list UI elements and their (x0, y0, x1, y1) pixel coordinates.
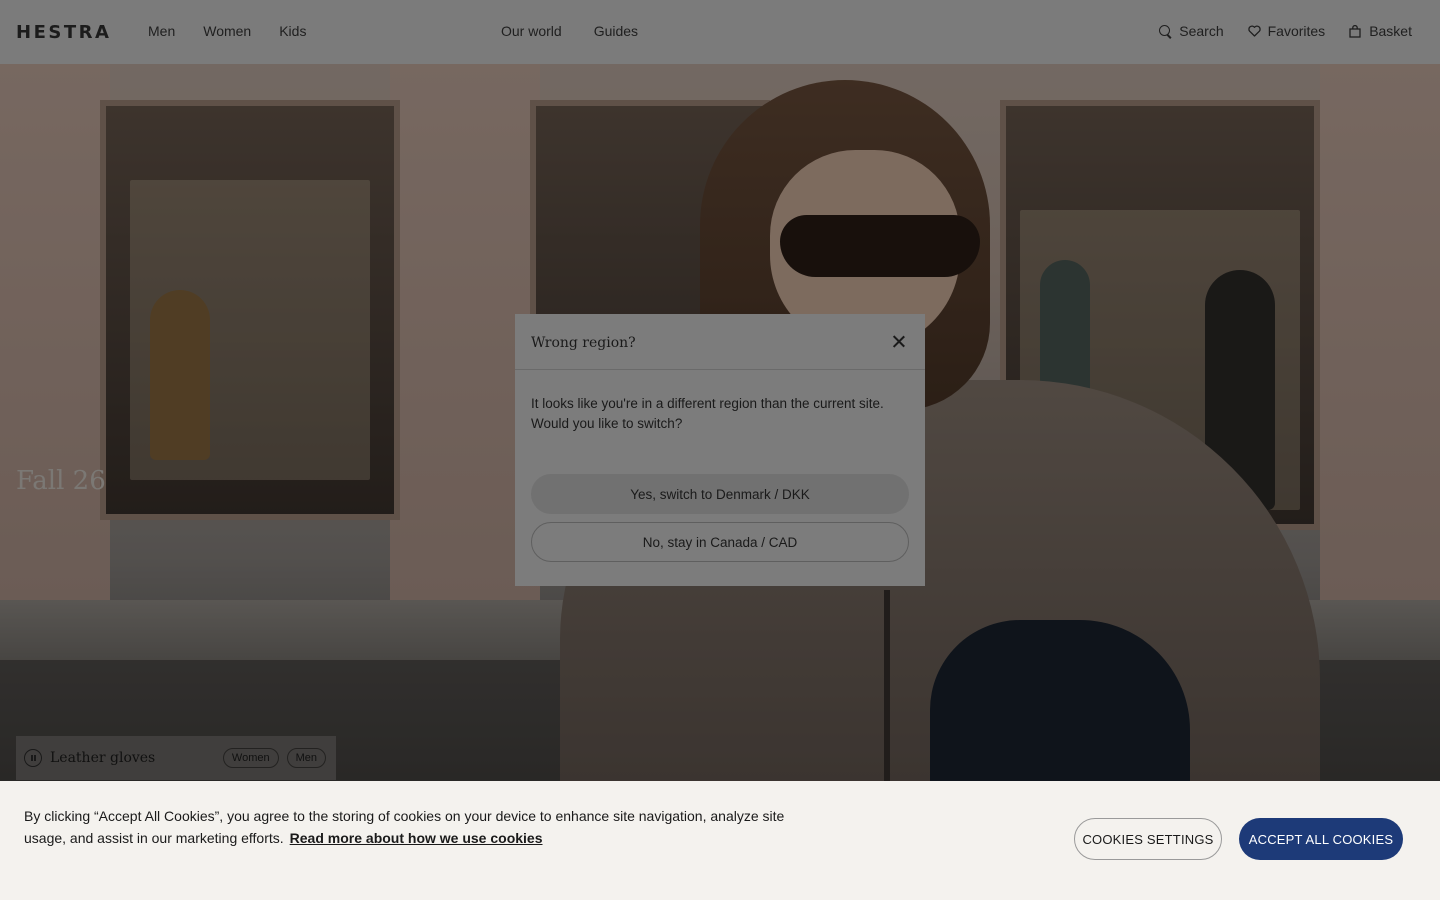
cookie-banner: By clicking “Accept All Cookies”, you ag… (0, 781, 1440, 900)
cookie-policy-link[interactable]: Read more about how we use cookies (290, 830, 543, 846)
favorites-button[interactable]: Favorites (1247, 23, 1326, 39)
logo[interactable]: HESTRA (16, 22, 111, 43)
nav-our-world[interactable]: Our world (501, 23, 562, 39)
close-icon[interactable] (891, 334, 907, 350)
basket-button[interactable]: Basket (1349, 23, 1412, 39)
primary-nav: Men Women Kids (148, 23, 306, 39)
nav-men[interactable]: Men (148, 23, 175, 39)
region-modal: Wrong region? It looks like you're in a … (515, 314, 925, 586)
modal-title: Wrong region? (531, 335, 636, 351)
nav-women[interactable]: Women (203, 23, 251, 39)
search-label: Search (1179, 23, 1224, 39)
favorites-label: Favorites (1267, 23, 1326, 39)
utility-nav: Search Favorites Basket (1159, 23, 1412, 39)
stay-region-button[interactable]: No, stay in Canada / CAD (531, 522, 909, 562)
cookies-settings-button[interactable]: COOKIES SETTINGS (1074, 818, 1222, 860)
modal-message: It looks like you're in a different regi… (531, 396, 884, 431)
modal-header: Wrong region? (515, 314, 925, 370)
site-header: HESTRA Men Women Kids Our world Guides S… (0, 0, 1440, 64)
secondary-nav: Our world Guides (501, 23, 638, 39)
nav-guides[interactable]: Guides (594, 23, 638, 39)
bag-icon (1349, 24, 1362, 38)
cookie-text-block: By clicking “Accept All Cookies”, you ag… (24, 805, 794, 849)
switch-region-button[interactable]: Yes, switch to Denmark / DKK (531, 474, 909, 514)
nav-kids[interactable]: Kids (279, 23, 306, 39)
search-button[interactable]: Search (1159, 23, 1224, 39)
accept-all-cookies-button[interactable]: ACCEPT ALL COOKIES (1239, 818, 1403, 860)
heart-icon (1247, 24, 1261, 38)
search-icon (1159, 24, 1172, 38)
basket-label: Basket (1369, 23, 1412, 39)
